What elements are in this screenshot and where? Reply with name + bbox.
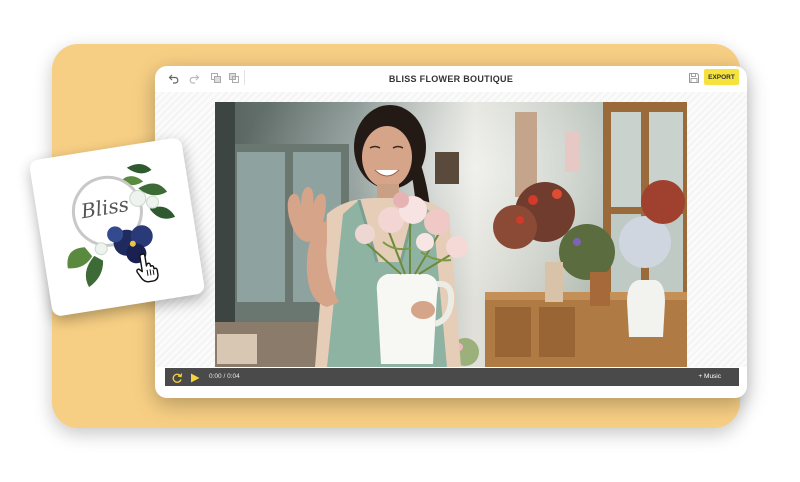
add-music-button[interactable]: + Music [698, 373, 721, 380]
save-icon[interactable] [688, 71, 700, 83]
video-preview[interactable] [215, 102, 687, 367]
playback-bar: 0:00 / 0:04 + Music [165, 368, 739, 386]
logo-card[interactable]: Bliss [28, 136, 206, 318]
hand-pointer-icon [132, 250, 165, 286]
export-button[interactable]: EXPORT [704, 69, 739, 85]
play-icon[interactable] [189, 371, 201, 383]
editor-toolbar: BLISS FLOWER BOUTIQUE EXPORT [155, 66, 747, 92]
playback-time: 0:00 / 0:04 [209, 373, 240, 380]
video-editor-window: BLISS FLOWER BOUTIQUE EXPORT 0:00 / 0:04… [155, 66, 747, 398]
canvas-area [155, 92, 747, 367]
replay-icon[interactable] [171, 371, 183, 383]
project-title[interactable]: BLISS FLOWER BOUTIQUE [155, 74, 747, 84]
